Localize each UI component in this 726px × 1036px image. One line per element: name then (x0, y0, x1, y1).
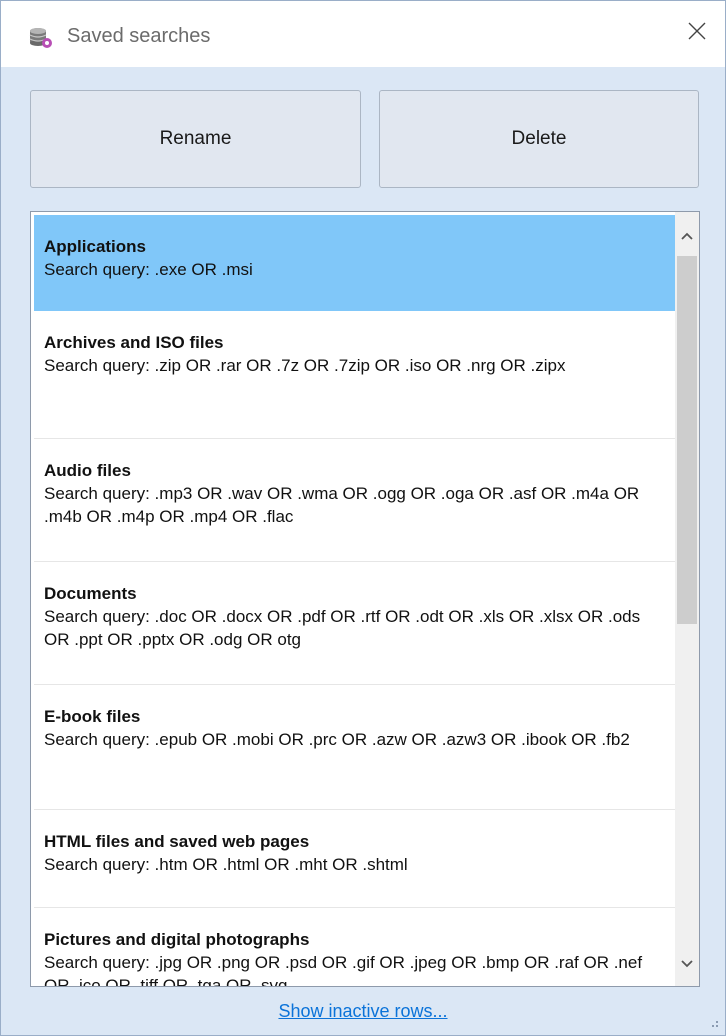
show-inactive-rows-link[interactable]: Show inactive rows... (1, 1001, 725, 1022)
resize-grip-icon[interactable] (707, 1017, 719, 1029)
item-query: Search query: .htm OR .html OR .mht OR .… (44, 855, 408, 874)
item-name: Documents (44, 584, 137, 603)
list-item[interactable]: E-book files Search query: .epub OR .mob… (34, 685, 677, 810)
item-query: Search query: .zip OR .rar OR .7z OR .7z… (44, 356, 566, 375)
item-query: Search query: .jpg OR .png OR .psd OR .g… (44, 953, 643, 987)
vertical-scrollbar[interactable] (675, 212, 699, 986)
database-icon (28, 26, 54, 50)
close-icon (687, 21, 707, 46)
close-button[interactable] (675, 11, 719, 55)
title-bar: Saved searches (1, 1, 725, 67)
item-query: Search query: .exe OR .msi (44, 260, 253, 279)
chevron-down-icon (680, 956, 694, 974)
list-item[interactable]: Archives and ISO files Search query: .zi… (34, 311, 677, 439)
item-name: Pictures and digital photographs (44, 930, 310, 949)
delete-button[interactable]: Delete (379, 90, 699, 188)
item-query: Search query: .epub OR .mobi OR .prc OR … (44, 730, 630, 749)
item-query: Search query: .mp3 OR .wav OR .wma OR .o… (44, 484, 640, 526)
item-name: Applications (44, 237, 147, 256)
window-title: Saved searches (67, 25, 211, 47)
item-query: Search query: .doc OR .docx OR .pdf OR .… (44, 607, 641, 649)
scroll-thumb[interactable] (677, 256, 697, 624)
chevron-up-icon (680, 228, 694, 246)
scroll-up-button[interactable] (675, 222, 699, 252)
item-name: Archives and ISO files (44, 333, 224, 352)
rename-button[interactable]: Rename (30, 90, 361, 188)
scroll-down-button[interactable] (675, 950, 699, 980)
list-item[interactable]: HTML files and saved web pages Search qu… (34, 810, 677, 908)
list-item[interactable]: Pictures and digital photographs Search … (34, 908, 677, 987)
list-item[interactable]: Applications Search query: .exe OR .msi (34, 215, 677, 311)
list-items-container: Applications Search query: .exe OR .msi … (34, 215, 677, 987)
item-name: HTML files and saved web pages (44, 832, 310, 851)
item-name: Audio files (44, 461, 131, 480)
saved-searches-window: Saved searches Rename Delete Application… (0, 0, 726, 1036)
saved-searches-list[interactable]: Applications Search query: .exe OR .msi … (30, 211, 700, 987)
item-name: E-book files (44, 707, 141, 726)
list-item[interactable]: Audio files Search query: .mp3 OR .wav O… (34, 439, 677, 562)
list-item[interactable]: Documents Search query: .doc OR .docx OR… (34, 562, 677, 685)
